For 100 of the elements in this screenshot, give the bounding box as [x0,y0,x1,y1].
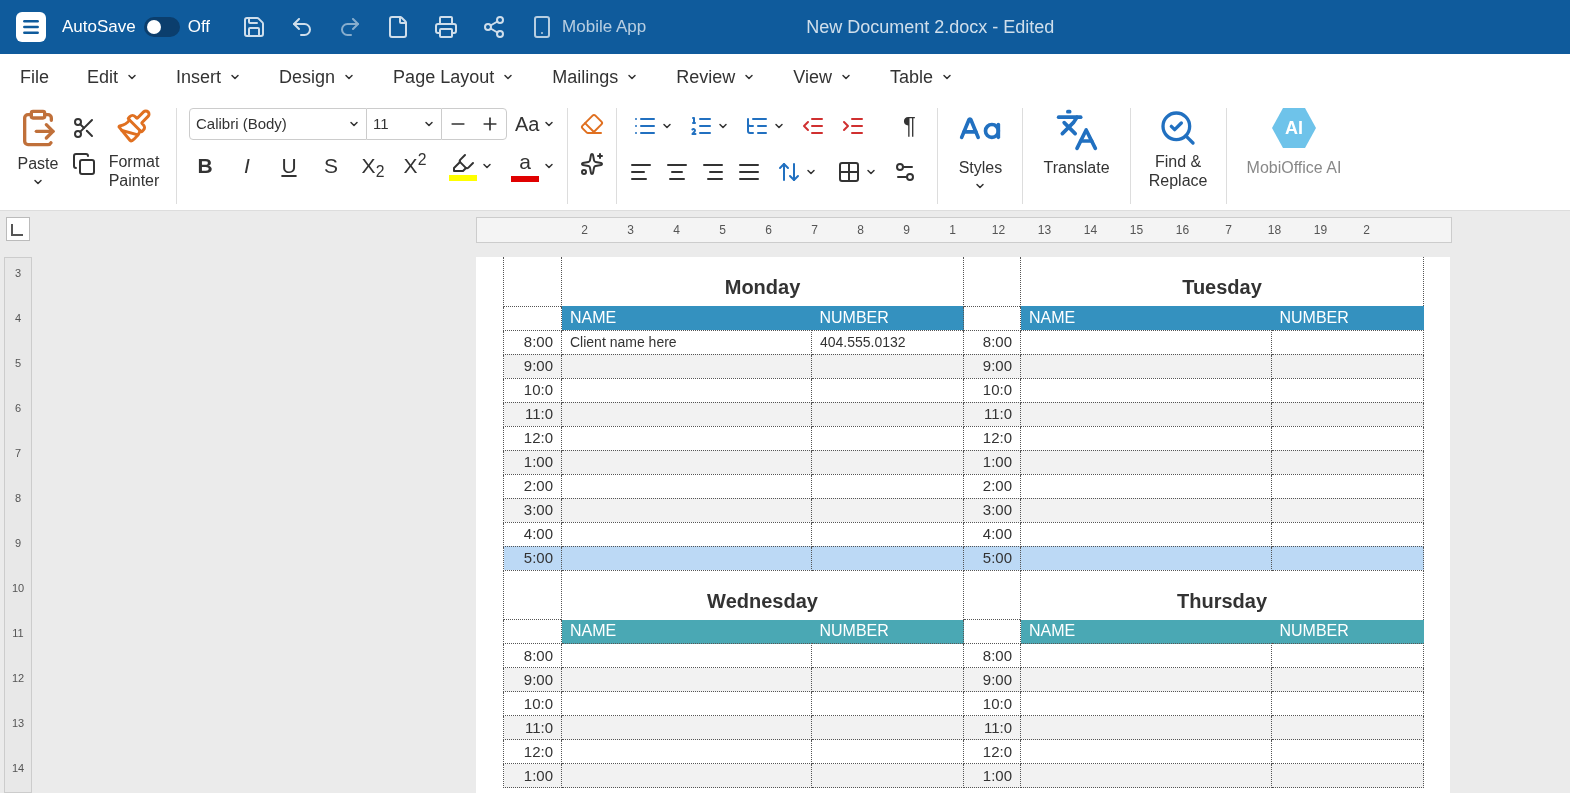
highlighter-icon [449,151,477,181]
ruler-number: 3 [14,266,22,281]
day-title: Monday [724,276,801,298]
ruler-number: 2 [1362,222,1371,239]
highlight-button[interactable] [449,151,493,181]
paintbrush-icon [116,108,152,144]
column-header: NUMBER [1271,306,1424,330]
column-header: NAME [1020,619,1272,644]
time-cell: 5:00 [503,546,562,570]
styles-button[interactable]: Styles [938,108,1024,204]
autosave-state: Off [187,16,211,39]
up-down-arrows-icon [777,160,802,184]
format-button[interactable]: B [189,148,221,184]
column-header: NUMBER [811,619,964,644]
ruler-number: 19 [1313,222,1328,239]
time-cell: 11:0 [963,715,1021,740]
time-cell: 5:00 [963,546,1021,570]
time-cell: 10:0 [963,691,1021,716]
font-color-button[interactable]: a [511,150,555,182]
ruler-number: 14 [11,761,25,776]
ruler-number: 4 [672,222,681,239]
font-size-dropdown[interactable]: 11 [367,108,441,140]
autosave-label: AutoSave [62,16,136,39]
ruler-number: 7 [14,446,22,461]
time-cell: 11:0 [503,715,562,740]
ruler-number: 12 [11,671,25,686]
time-cell: 10:0 [503,691,562,716]
ruler-number: 5 [14,356,22,371]
font-dropdown[interactable]: Calibri (Body) [189,108,367,140]
copy-icon[interactable] [72,152,96,176]
ruler-number: 9 [14,536,22,551]
ruler-number: 12 [991,222,1006,239]
day-title: Tuesday [1182,276,1262,298]
menu-item[interactable]: Insert [176,63,242,91]
time-cell: 12:0 [963,739,1021,764]
format-button[interactable]: X$_{2}$ [357,148,389,184]
ruler-number: 13 [1037,222,1052,239]
ruler-number: 7 [1224,222,1233,239]
ruler-corner-icon[interactable] [6,217,30,241]
time-cell: 1:00 [963,763,1021,788]
menu-icon [21,17,41,37]
ruler-number: 8 [856,222,865,239]
time-cell: 8:00 [963,643,1021,668]
save-icon[interactable] [242,15,267,39]
column-header: NAME [1020,306,1272,330]
ruler-number: 3 [626,222,635,239]
column-header: NAME [561,306,812,330]
column-header: NUMBER [811,306,964,330]
menu-button[interactable] [16,12,46,42]
ruler-number: 6 [14,401,22,416]
ruler-number: 13 [11,716,25,731]
find-replace-button[interactable]: Find & Replace [1130,108,1227,204]
menu-item[interactable]: Edit [87,63,139,91]
column-header: NAME [561,619,812,644]
numbered-list-icon [689,114,714,138]
format-button[interactable]: I [231,148,263,184]
ruler-number: 7 [810,222,819,239]
menu-item[interactable]: Table [889,63,953,91]
format-painter-button[interactable]: Format Painter [104,108,164,204]
column-header: NUMBER [1271,619,1424,644]
ruler-number: 1 [948,222,957,239]
text-effects-icon[interactable] [580,152,605,176]
change-case-button[interactable]: Aa [515,109,556,139]
print-icon[interactable] [434,15,459,39]
day-title: Thursday [1177,589,1267,612]
ruler-number: 5 [718,222,727,239]
ruler-number: 8 [14,491,22,506]
ruler-number: 6 [764,222,773,239]
autosave-toggle[interactable] [143,17,180,37]
time-cell: 9:00 [503,667,562,692]
mobile-app-button[interactable]: Mobile App [530,14,647,40]
ruler-number: 10 [11,581,25,596]
menu-item[interactable]: Page Layout [393,63,515,91]
translate-icon [1054,108,1099,152]
ruler-number: 11 [12,626,24,641]
menu-item[interactable]: Review [676,63,756,91]
cut-icon[interactable] [72,116,96,140]
format-button[interactable]: U [273,148,305,184]
grid-icon [837,160,862,184]
menu-item[interactable]: View [793,63,852,91]
pilcrow-button[interactable]: ¶ [893,108,926,144]
menu-item[interactable]: Design [279,63,356,91]
ai-button[interactable]: AI MobiOffice AI [1226,108,1362,180]
format-button[interactable]: S [315,148,347,184]
window-title: New Document 2.docx - Edited [806,15,1055,39]
time-cell: 12:0 [503,739,562,764]
menu-item[interactable]: Mailings [552,63,639,91]
clear-formatting-icon[interactable] [580,112,605,136]
translate-button[interactable]: Translate [1023,108,1131,204]
share-icon[interactable] [482,15,507,39]
format-button[interactable]: X$^{2}$ [399,148,431,184]
ruler-number: 15 [1129,222,1144,239]
menu-item[interactable]: File [20,63,49,91]
time-cell: 9:00 [963,667,1021,692]
paste-button[interactable]: Paste [12,108,64,204]
ruler-number: 9 [902,222,911,239]
time-cell: 8:00 [503,643,562,668]
ruler-number: 16 [1175,222,1190,239]
ruler-number: 18 [1267,222,1282,239]
day-title: Wednesday [707,589,818,612]
